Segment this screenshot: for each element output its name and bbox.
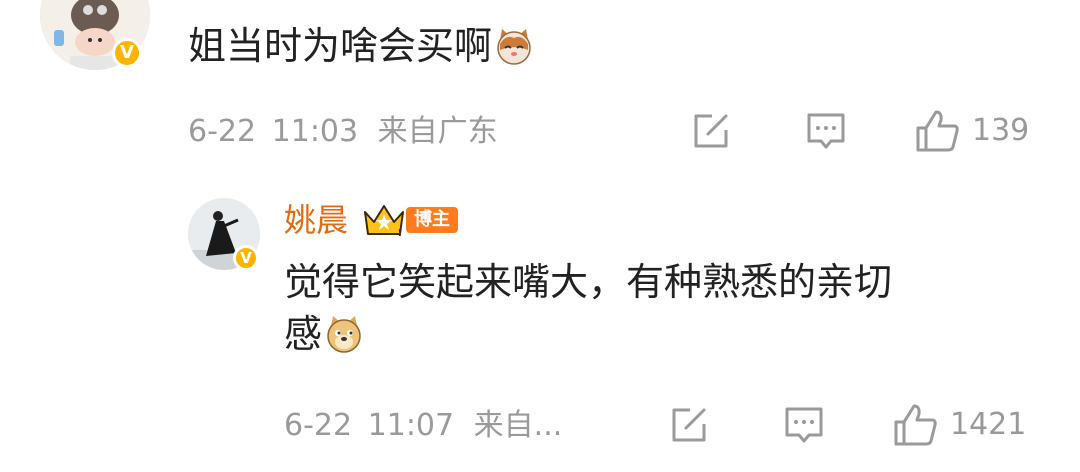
thumbs-up-icon — [916, 110, 959, 152]
verified-badge-icon: V — [112, 38, 142, 68]
reply-location: 来自... — [473, 408, 563, 443]
comment-text: 姐当时为啥会买啊 — [188, 20, 534, 72]
comment-icon — [785, 407, 823, 443]
reply-username[interactable]: 姚晨 — [284, 198, 348, 242]
comment-icon — [807, 113, 845, 149]
edit-share-icon — [694, 114, 728, 148]
edit-share-icon — [672, 408, 706, 442]
comment-body: 姐当时为啥会买啊 — [188, 24, 493, 68]
blogger-tag: 博主 — [406, 207, 459, 233]
comment-date: 6-22 — [188, 114, 257, 149]
like-count: 139 — [972, 113, 1030, 148]
reply-time: 11:07 — [367, 408, 455, 443]
verified-badge-icon: V — [233, 245, 259, 271]
thumbs-up-icon — [894, 404, 937, 446]
like-button[interactable]: 139 — [914, 108, 1029, 154]
reply-header: 姚晨 I 博主 — [284, 198, 459, 242]
cat-face-icon — [494, 26, 534, 66]
reply-line-2: 感 — [284, 312, 323, 356]
reply-date: 6-22 — [284, 408, 353, 443]
reply-comment-button[interactable] — [782, 404, 826, 446]
reply-meta: 6-22 11:07 来自... — [284, 406, 562, 446]
comment-meta: 6-22 11:03 来自广东 — [188, 112, 498, 152]
reply-button[interactable] — [804, 110, 848, 152]
like-count: 1421 — [950, 407, 1027, 442]
repost-button[interactable] — [690, 110, 732, 152]
reply-line-1: 觉得它笑起来嘴大，有种熟悉的亲切 — [284, 260, 893, 304]
doge-icon — [324, 314, 364, 354]
svg-text:I: I — [398, 228, 402, 238]
reply-repost-button[interactable] — [668, 404, 710, 446]
reply-text: 觉得它笑起来嘴大，有种熟悉的亲切 感 — [284, 256, 1044, 360]
comment-time: 11:03 — [271, 114, 359, 149]
crown-icon: I — [362, 202, 406, 239]
reply-like-button[interactable]: 1421 — [892, 402, 1026, 448]
comment-location: 来自广东 — [377, 114, 498, 149]
